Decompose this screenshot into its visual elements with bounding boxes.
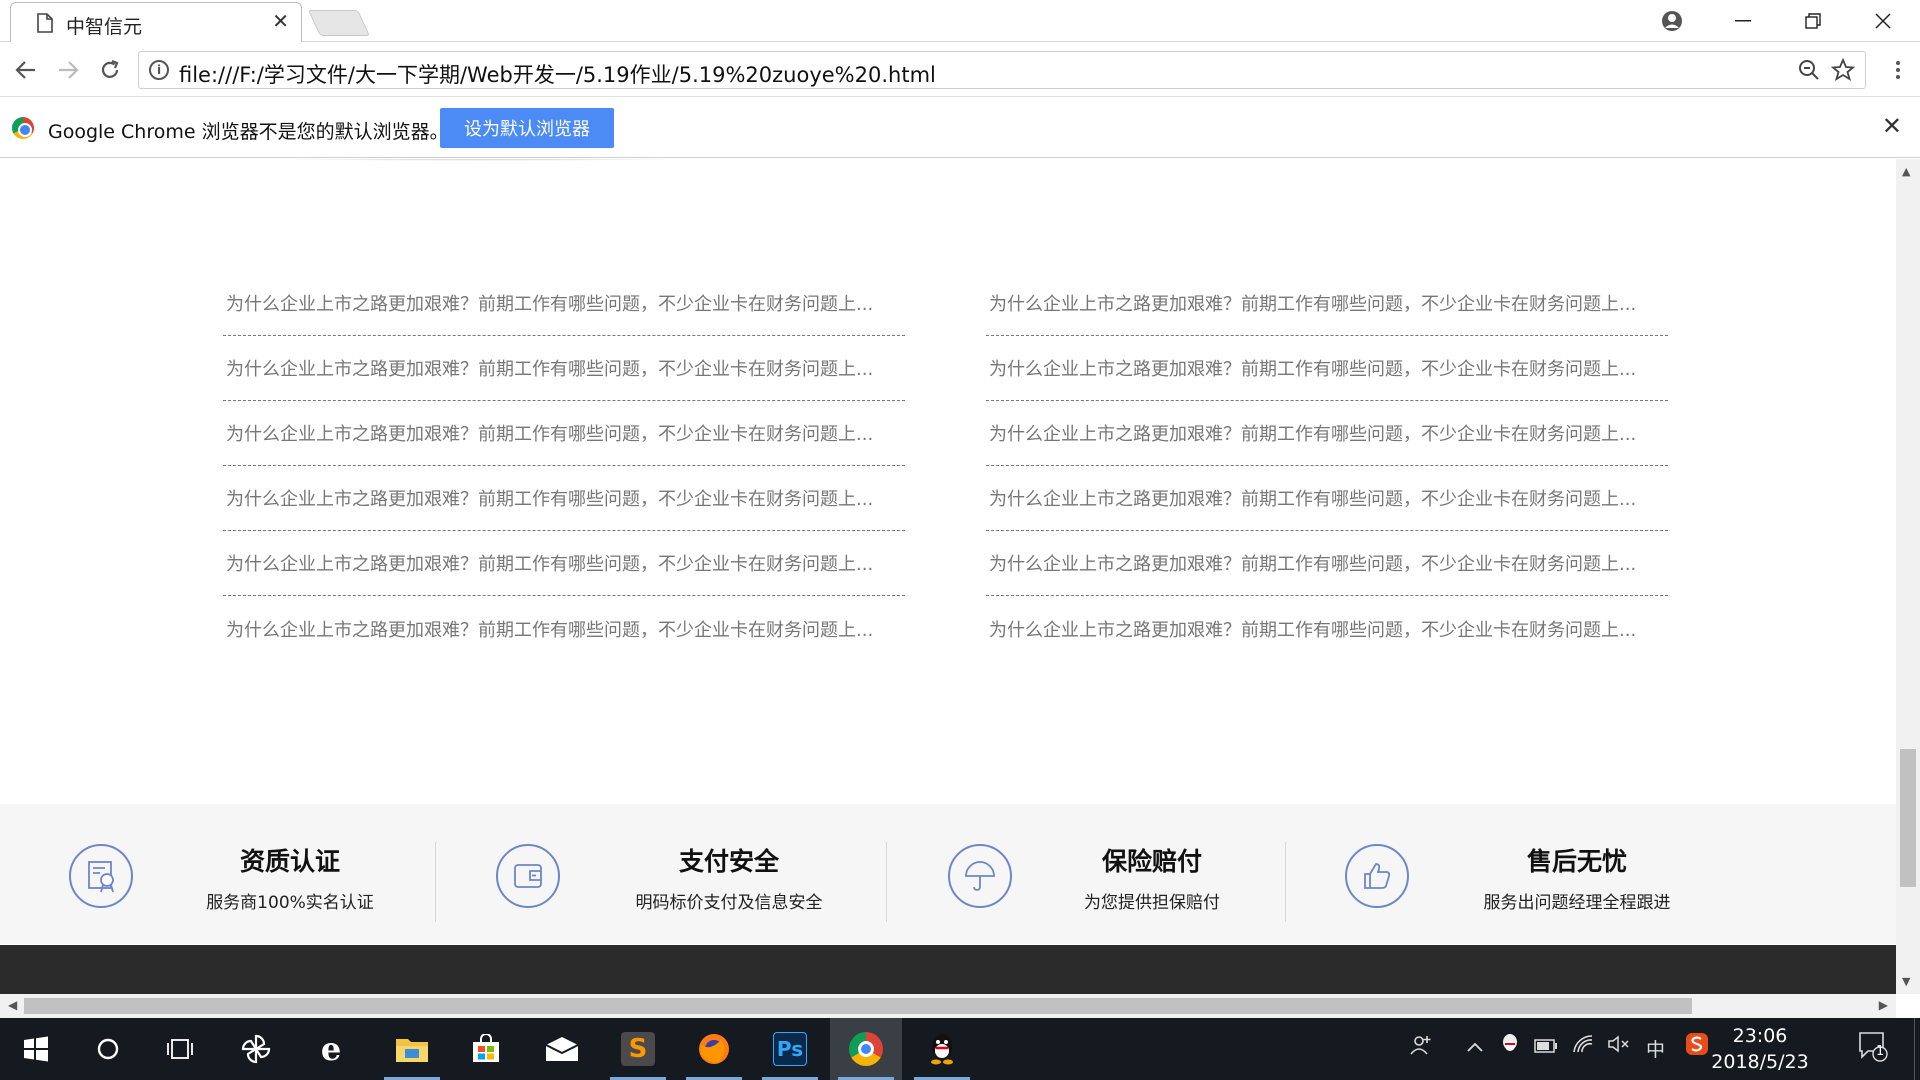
browser-tab[interactable]: 中智信元 ✕ (10, 2, 302, 42)
news-list-right: 为什么企业上市之路更加艰难？前期工作有哪些问题，不少企业卡在财务问题上... 为… (986, 271, 1668, 661)
pinwheel-app-icon[interactable] (220, 1018, 292, 1080)
feature-title: 支付安全 (678, 847, 779, 876)
tab-strip: 中智信元 ✕ (0, 0, 1920, 42)
battery-icon[interactable] (1534, 1034, 1558, 1058)
banner-shadow (230, 159, 730, 161)
notification-count: 1 (1876, 1044, 1885, 1059)
news-item[interactable]: 为什么企业上市之路更加艰难？前期工作有哪些问题，不少企业卡在财务问题上... (223, 596, 905, 661)
menu-icon[interactable] (1880, 53, 1916, 87)
news-item[interactable]: 为什么企业上市之路更加艰难？前期工作有哪些问题，不少企业卡在财务问题上... (223, 271, 905, 336)
feature-divider (886, 842, 887, 922)
scroll-up-icon[interactable]: ▲ (1902, 165, 1910, 178)
show-hidden-icons-icon[interactable] (1466, 1034, 1484, 1058)
edge-browser-icon[interactable]: e (295, 1018, 367, 1080)
photoshop-icon[interactable]: Ps (754, 1018, 826, 1080)
address-bar[interactable]: i file:///F:/学习文件/大一下学期/Web开发一/5.19作业/5.… (138, 51, 1866, 89)
news-item[interactable]: 为什么企业上市之路更加艰难？前期工作有哪些问题，不少企业卡在财务问题上... (223, 531, 905, 596)
set-default-browser-button[interactable]: 设为默认浏览器 (440, 108, 614, 148)
info-icon[interactable]: i (149, 60, 169, 80)
url-text: file:///F:/学习文件/大一下学期/Web开发一/5.19作业/5.19… (179, 63, 936, 87)
start-button[interactable] (0, 1018, 72, 1080)
horizontal-scroll-thumb[interactable] (24, 998, 1692, 1014)
document-icon (37, 13, 53, 33)
people-icon[interactable] (1410, 1034, 1434, 1061)
news-item[interactable]: 为什么企业上市之路更加艰难？前期工作有哪些问题，不少企业卡在财务问题上... (986, 271, 1668, 336)
news-item[interactable]: 为什么企业上市之路更加艰难？前期工作有哪些问题，不少企业卡在财务问题上... (986, 596, 1668, 661)
windows-taskbar: e S Ps 中 23:06 2018/5/23 1 (0, 1018, 1920, 1080)
vertical-scrollbar[interactable]: ▲ ▼ (1896, 159, 1920, 994)
system-clock[interactable]: 23:06 2018/5/23 (1700, 1023, 1820, 1075)
feature-title: 资质认证 (239, 847, 340, 876)
reload-button[interactable] (92, 53, 128, 87)
scroll-down-icon[interactable]: ▼ (1902, 975, 1910, 988)
forward-button[interactable] (50, 53, 86, 87)
vertical-scroll-thumb[interactable] (1900, 749, 1916, 887)
action-center-icon[interactable]: 1 (1858, 1030, 1888, 1067)
infobar-message: Google Chrome 浏览器不是您的默认浏览器。 (48, 121, 449, 143)
ime-indicator[interactable]: 中 (1646, 1035, 1665, 1062)
store-icon[interactable] (450, 1018, 522, 1080)
horizontal-scrollbar[interactable]: ◀ ▶ (0, 994, 1896, 1018)
feature-title: 保险赔付 (1101, 847, 1202, 876)
sublime-text-icon[interactable]: S (602, 1018, 674, 1080)
profile-icon[interactable] (1642, 4, 1702, 38)
show-desktop-button[interactable] (1914, 1018, 1920, 1080)
bookmark-star-icon[interactable] (1830, 57, 1856, 86)
mail-icon[interactable] (526, 1018, 598, 1080)
feature-title: 售后无忧 (1526, 847, 1627, 876)
cortana-search-icon[interactable] (72, 1018, 144, 1080)
wallet-icon (496, 844, 560, 908)
news-item[interactable]: 为什么企业上市之路更加艰难？前期工作有哪些问题，不少企业卡在财务问题上... (986, 336, 1668, 401)
task-view-icon[interactable] (144, 1018, 216, 1080)
chrome-taskbar-icon[interactable] (830, 1018, 902, 1080)
tab-title: 中智信元 (66, 16, 143, 38)
news-item[interactable]: 为什么企业上市之路更加艰难？前期工作有哪些问题，不少企业卡在财务问题上... (986, 401, 1668, 466)
back-button[interactable] (8, 53, 44, 87)
photoshop-label: Ps (773, 1032, 807, 1066)
news-item[interactable]: 为什么企业上市之路更加艰难？前期工作有哪些问题，不少企业卡在财务问题上... (986, 466, 1668, 531)
service-features: 资质认证 服务商100%实名认证 支付安全 明码标价支付及信息安全 保险赔付 为… (0, 804, 1896, 944)
chrome-logo-icon (12, 117, 34, 139)
news-item[interactable]: 为什么企业上市之路更加艰难？前期工作有哪些问题，不少企业卡在财务问题上... (223, 466, 905, 531)
zoom-icon[interactable] (1797, 58, 1821, 86)
clock-time: 23:06 (1732, 1025, 1788, 1047)
feature-subtitle: 明码标价支付及信息安全 (635, 893, 823, 913)
tab-close-icon[interactable]: ✕ (272, 9, 289, 33)
news-item[interactable]: 为什么企业上市之路更加艰难？前期工作有哪些问题，不少企业卡在财务问题上... (223, 401, 905, 466)
feature-divider (435, 842, 436, 922)
volume-muted-icon[interactable] (1607, 1034, 1631, 1059)
firefox-icon[interactable] (678, 1018, 750, 1080)
news-item[interactable]: 为什么企业上市之路更加艰难？前期工作有哪些问题，不少企业卡在财务问题上... (986, 531, 1668, 596)
new-tab-button[interactable] (307, 10, 371, 36)
page-content: 为什么企业上市之路更加艰难？前期工作有哪些问题，不少企业卡在财务问题上... 为… (0, 159, 1896, 994)
scroll-left-icon[interactable]: ◀ (8, 998, 17, 1012)
default-browser-infobar: Google Chrome 浏览器不是您的默认浏览器。 设为默认浏览器 ✕ (0, 98, 1920, 158)
infobar-close-icon[interactable]: ✕ (1882, 112, 1902, 140)
restore-button[interactable] (1783, 4, 1843, 38)
footer-dark (0, 945, 1896, 994)
browser-toolbar: i file:///F:/学习文件/大一下学期/Web开发一/5.19作业/5.… (0, 43, 1920, 97)
news-item[interactable]: 为什么企业上市之路更加艰难？前期工作有哪些问题，不少企业卡在财务问题上... (223, 336, 905, 401)
file-explorer-icon[interactable] (376, 1018, 448, 1080)
close-window-button[interactable] (1853, 4, 1913, 38)
clock-date: 2018/5/23 (1711, 1051, 1809, 1073)
news-list-left: 为什么企业上市之路更加艰难？前期工作有哪些问题，不少企业卡在财务问题上... 为… (223, 271, 905, 661)
qq-tray-icon[interactable] (1500, 1032, 1520, 1061)
feature-divider (1285, 842, 1286, 922)
scroll-right-icon[interactable]: ▶ (1879, 998, 1888, 1012)
feature-subtitle: 服务出问题经理全程跟进 (1483, 893, 1671, 913)
certificate-icon (69, 844, 133, 908)
feature-subtitle: 服务商100%实名认证 (206, 893, 374, 913)
umbrella-icon (948, 844, 1012, 908)
wifi-icon[interactable] (1572, 1034, 1596, 1059)
thumbs-up-icon (1345, 844, 1409, 908)
feature-subtitle: 为您提供担保赔付 (1084, 893, 1220, 913)
minimize-button[interactable] (1713, 4, 1773, 38)
qq-icon[interactable] (906, 1018, 978, 1080)
